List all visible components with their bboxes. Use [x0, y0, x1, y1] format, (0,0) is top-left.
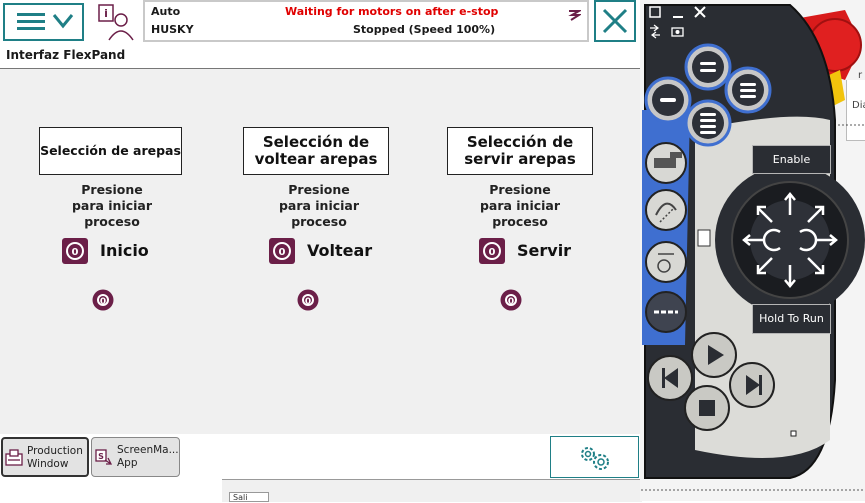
svg-text:0: 0 — [305, 297, 311, 307]
serve-arepas-button[interactable]: Selección de servir arepas — [447, 127, 593, 175]
settings-button[interactable] — [550, 436, 639, 478]
screenmaker-label: App — [117, 457, 138, 469]
voltear-status-led: 0 — [297, 289, 319, 311]
robot-name: HUSKY — [151, 23, 194, 36]
status-indicator-icon: 0 — [66, 242, 84, 260]
enable-button[interactable]: Enable — [752, 145, 831, 174]
app-title: Interfaz FlexPand — [6, 48, 126, 62]
hamburger-icon — [17, 13, 74, 30]
svg-text:0: 0 — [489, 247, 496, 258]
serve-arepas-label: servir arepas — [464, 150, 576, 168]
servir-indicator[interactable]: 0 — [479, 238, 505, 264]
instruction-line: Presione — [81, 182, 143, 197]
production-label: Production — [27, 445, 83, 457]
instruction-line: proceso — [492, 214, 548, 229]
servir-label: Servir — [517, 241, 572, 260]
background-window — [0, 479, 222, 501]
status-panel[interactable]: Auto HUSKY Waiting for motors on after e… — [143, 0, 589, 42]
instruction-line: Presione — [288, 182, 350, 197]
signal-icon — [568, 10, 581, 21]
instruction-line: para iniciar — [479, 198, 561, 213]
instruction-text-2: Presione para iniciar proceso — [249, 182, 389, 230]
flip-arepas-button[interactable]: Selección de voltear arepas — [243, 127, 389, 175]
instruction-text-3: Presione para iniciar proceso — [450, 182, 590, 230]
instruction-line: para iniciar — [278, 198, 360, 213]
instruction-line: Presione — [489, 182, 551, 197]
hold-to-run-button[interactable]: Hold To Run — [752, 304, 831, 334]
gears-icon — [581, 447, 609, 470]
status-indicator-icon: 0 — [273, 242, 291, 260]
inicio-status-led: 0 — [92, 289, 114, 311]
instruction-text-1: Presione para iniciar proceso — [42, 182, 182, 230]
screenmaker-app-button[interactable]: S ScreenMa... App — [91, 437, 180, 477]
enable-switch[interactable] — [697, 229, 711, 247]
inicio-indicator[interactable]: 0 — [62, 238, 88, 264]
operating-mode: Auto — [151, 5, 181, 18]
servir-status-led: 0 — [500, 289, 522, 311]
instruction-line: proceso — [291, 214, 347, 229]
menu-button[interactable] — [3, 3, 84, 41]
background-window-strip — [222, 479, 642, 502]
voltear-indicator[interactable]: 0 — [269, 238, 295, 264]
instruction-line: para iniciar — [71, 198, 153, 213]
inicio-label: Inicio — [100, 241, 149, 260]
user-info-icon[interactable]: i — [96, 2, 136, 42]
serve-arepas-label: Selección de — [466, 132, 574, 151]
stop-icon — [699, 400, 715, 416]
joystick[interactable] — [715, 165, 865, 315]
status-warning: Waiting for motors on after e-stop — [285, 5, 499, 18]
svg-text:0: 0 — [508, 297, 514, 307]
screenmaker-label: ScreenMa... — [117, 444, 179, 456]
screenmaker-icon: S — [95, 449, 113, 465]
flip-arepas-label: Selección de — [262, 132, 370, 151]
status-indicator-icon: 0 — [483, 242, 501, 260]
svg-text:0: 0 — [72, 247, 79, 258]
controller-state: Stopped (Speed 100%) — [353, 23, 496, 36]
flip-arepas-label: voltear arepas — [254, 150, 378, 168]
svg-text:S: S — [98, 452, 104, 461]
svg-text:0: 0 — [279, 247, 286, 258]
svg-text:0: 0 — [100, 297, 106, 307]
voltear-label: Voltear — [307, 241, 373, 260]
instruction-line: proceso — [84, 214, 140, 229]
flexpendant-device — [640, 4, 865, 491]
close-icon — [602, 8, 628, 34]
production-label: Window — [27, 458, 69, 470]
select-arepas-button[interactable]: Selección de arepas — [39, 127, 182, 175]
production-icon — [5, 449, 23, 466]
close-button[interactable] — [594, 0, 636, 42]
production-window-button[interactable]: Production Window — [1, 437, 89, 477]
select-arepas-label: Selección de arepas — [40, 142, 181, 158]
svg-text:i: i — [104, 7, 108, 20]
